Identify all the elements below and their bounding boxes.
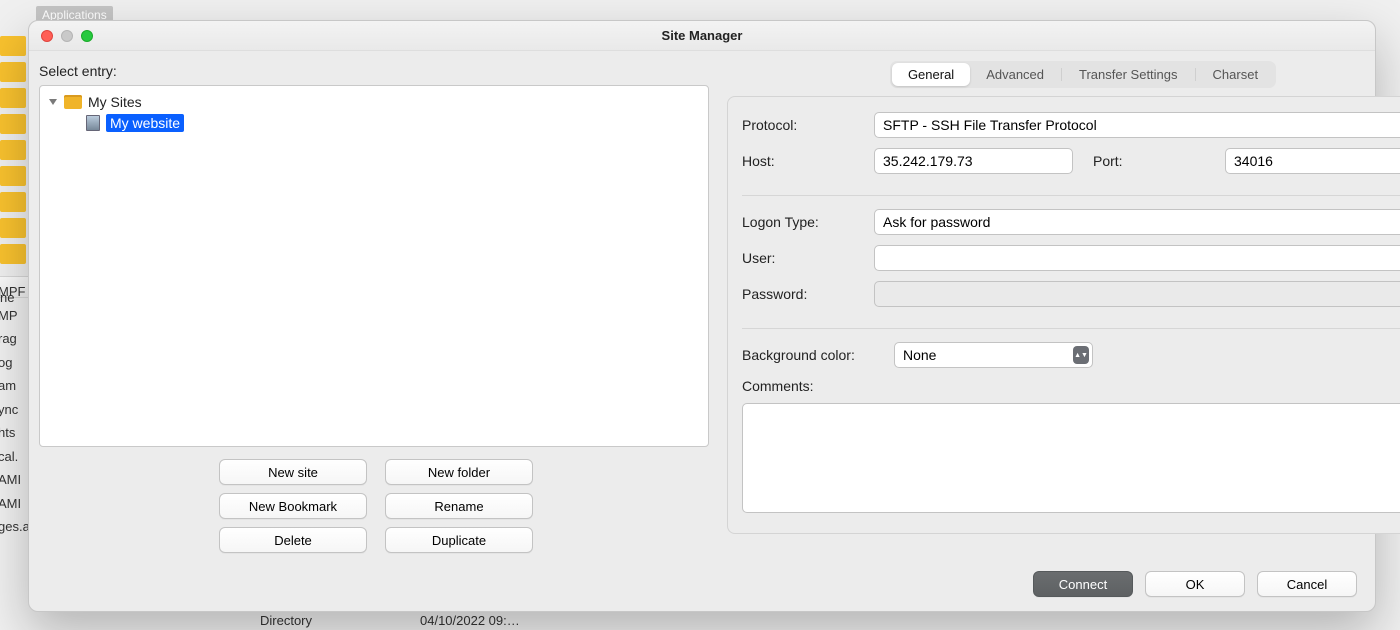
comments-label: Comments: xyxy=(742,378,814,394)
titlebar[interactable]: Site Manager xyxy=(29,21,1375,51)
tree-site-item[interactable]: My website xyxy=(82,112,704,134)
close-window-button[interactable] xyxy=(41,30,53,42)
tab-transfer-label: Transfer Settings xyxy=(1079,67,1178,82)
row-bgcolor: Background color: ▲▼ xyxy=(742,342,1400,368)
dialog-title: Site Manager xyxy=(662,28,743,43)
bgcolor-select[interactable]: ▲▼ xyxy=(894,342,1093,368)
bg-bottom-date: 04/10/2022 09:… xyxy=(420,613,520,628)
site-manager-dialog: Site Manager Select entry: My Sites My w… xyxy=(28,20,1376,612)
tree-site-label: My website xyxy=(106,114,184,132)
comments-textarea[interactable] xyxy=(742,403,1400,513)
dialog-footer: Connect OK Cancel xyxy=(29,559,1375,611)
row-password: Password: xyxy=(742,281,1400,307)
tab-transfer[interactable]: Transfer Settings xyxy=(1063,63,1194,86)
tree-root-label: My Sites xyxy=(88,94,142,110)
port-input[interactable] xyxy=(1225,148,1400,174)
port-label: Port: xyxy=(1093,153,1213,169)
bgcolor-value[interactable] xyxy=(894,342,1093,368)
folder-icon xyxy=(64,95,82,109)
tab-general[interactable]: General xyxy=(892,63,970,86)
dialog-body: Select entry: My Sites My website New si… xyxy=(29,51,1375,559)
new-bookmark-button[interactable]: New Bookmark xyxy=(219,493,367,519)
chevron-down-icon[interactable] xyxy=(48,97,58,107)
tab-separator xyxy=(1061,68,1062,81)
row-protocol: Protocol: ▲▼ xyxy=(742,112,1400,138)
window-controls xyxy=(41,30,93,42)
tab-charset[interactable]: Charset xyxy=(1197,63,1275,86)
site-tree[interactable]: My Sites My website xyxy=(39,85,709,447)
site-buttons: New site New folder New Bookmark Rename … xyxy=(219,459,709,553)
folder-icon xyxy=(0,62,26,82)
minimize-window-button[interactable] xyxy=(61,30,73,42)
row-comments-label: Comments: xyxy=(742,378,1400,394)
host-input[interactable] xyxy=(874,148,1073,174)
new-folder-button[interactable]: New folder xyxy=(385,459,533,485)
host-label: Host: xyxy=(742,153,862,169)
tab-advanced-label: Advanced xyxy=(986,67,1044,82)
zoom-window-button[interactable] xyxy=(81,30,93,42)
server-icon xyxy=(86,115,100,131)
bg-bottom-type: Directory xyxy=(260,613,420,628)
password-label: Password: xyxy=(742,286,862,302)
ok-button[interactable]: OK xyxy=(1145,571,1245,597)
protocol-select[interactable]: ▲▼ xyxy=(874,112,1400,138)
folder-icon xyxy=(0,88,26,108)
updown-icon[interactable]: ▲▼ xyxy=(1073,346,1089,364)
divider xyxy=(742,328,1400,329)
divider xyxy=(742,195,1400,196)
general-panel: Protocol: ▲▼ Host: Port: Logon Type: xyxy=(727,96,1400,534)
user-input[interactable] xyxy=(874,245,1400,271)
protocol-label: Protocol: xyxy=(742,117,862,133)
tab-charset-label: Charset xyxy=(1213,67,1259,82)
cancel-button[interactable]: Cancel xyxy=(1257,571,1357,597)
logon-type-select[interactable]: ▲▼ xyxy=(874,209,1400,235)
folder-icon xyxy=(0,140,26,160)
duplicate-button[interactable]: Duplicate xyxy=(385,527,533,553)
rename-button[interactable]: Rename xyxy=(385,493,533,519)
tree-root[interactable]: My Sites xyxy=(44,92,704,112)
new-site-button[interactable]: New site xyxy=(219,459,367,485)
tab-bar: General Advanced Transfer Settings Chars… xyxy=(890,61,1276,88)
password-input xyxy=(874,281,1400,307)
delete-button[interactable]: Delete xyxy=(219,527,367,553)
select-entry-label: Select entry: xyxy=(39,63,709,79)
protocol-value[interactable] xyxy=(874,112,1400,138)
right-column: General Advanced Transfer Settings Chars… xyxy=(727,61,1400,559)
folder-icon xyxy=(0,218,26,238)
bg-bottom-row: Directory 04/10/2022 09:… xyxy=(0,613,700,628)
left-column: Select entry: My Sites My website New si… xyxy=(39,61,709,559)
bgcolor-label: Background color: xyxy=(742,347,882,363)
folder-icon xyxy=(0,36,26,56)
folder-icon xyxy=(0,244,26,264)
tab-advanced[interactable]: Advanced xyxy=(970,63,1060,86)
logon-type-value[interactable] xyxy=(874,209,1400,235)
logon-type-label: Logon Type: xyxy=(742,214,862,230)
row-host: Host: Port: xyxy=(742,148,1400,174)
bg-bottom-spacer xyxy=(0,613,260,628)
folder-icon xyxy=(0,114,26,134)
tab-general-label: General xyxy=(908,67,954,82)
tab-separator xyxy=(1195,68,1196,81)
row-user: User: xyxy=(742,245,1400,271)
row-logon: Logon Type: ▲▼ xyxy=(742,209,1400,235)
folder-icon xyxy=(0,192,26,212)
folder-icon xyxy=(0,166,26,186)
user-label: User: xyxy=(742,250,862,266)
connect-button[interactable]: Connect xyxy=(1033,571,1133,597)
